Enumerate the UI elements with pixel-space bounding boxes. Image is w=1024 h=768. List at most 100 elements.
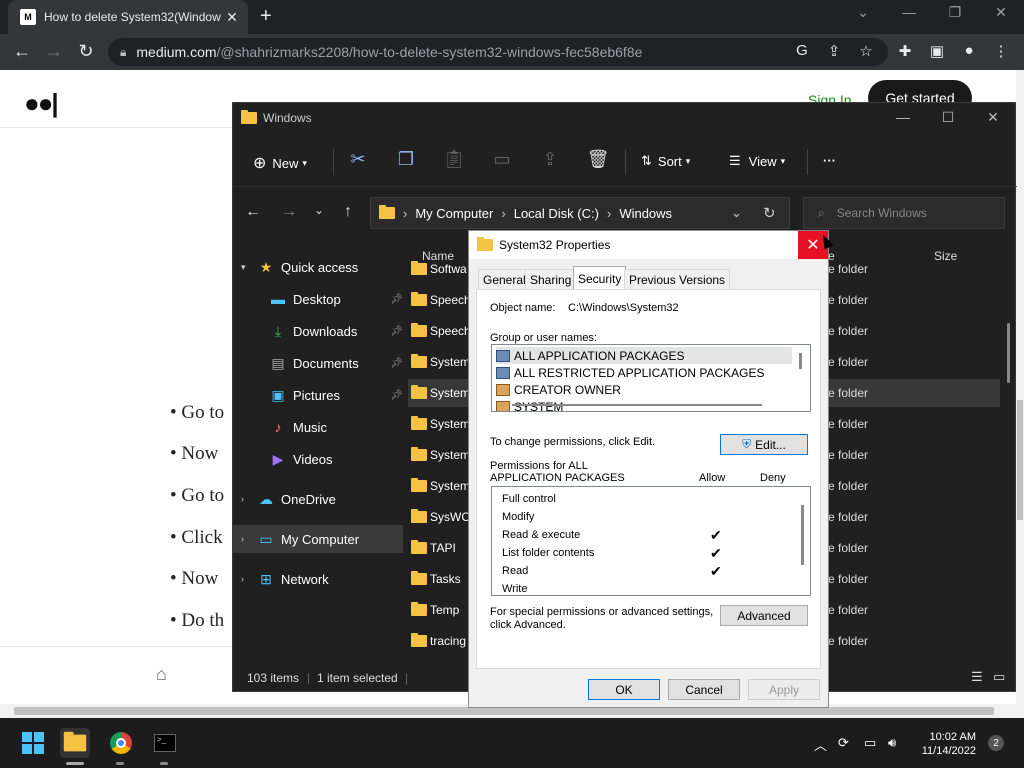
group-names-label: Group or user names: [490,332,597,344]
minimize-icon[interactable]: — [883,109,923,125]
folder-icon [411,261,427,275]
pin-icon: 📌︎ [390,325,403,337]
search-input[interactable]: ⌕ Search Windows [803,197,1005,229]
list-item[interactable]: CREATOR OWNER [496,381,621,398]
maximize-icon[interactable]: ☐ [928,109,968,126]
ok-button[interactable]: OK [588,679,660,700]
tab-sharing[interactable]: Sharing [525,269,577,289]
restore-icon[interactable]: ❐ [940,4,970,21]
nav-quick-access[interactable]: ▾ ★ Quick access [233,253,403,281]
bookmark-star-icon[interactable]: ☆ [855,42,877,60]
breadcrumb-my-computer[interactable]: My Computer [415,206,493,221]
chrome-icon[interactable] [106,728,136,758]
network-icon[interactable]: ▭ [864,735,876,751]
refresh-icon[interactable]: ↻ [763,204,776,222]
nav-network[interactable]: › ⊞ Network [233,565,403,593]
breadcrumb-windows[interactable]: Windows [619,206,672,221]
share-icon[interactable]: ⇪ [537,149,563,170]
details-view-icon[interactable]: ☰ [971,669,983,685]
list-scrollbar-thumb[interactable] [1007,323,1010,383]
pin-icon: 📌︎ [390,357,403,369]
forward-icon[interactable]: → [277,203,301,221]
nav-onedrive[interactable]: › ☁ OneDrive [233,485,403,513]
chevron-right-icon: › [241,574,244,584]
change-permissions-text: To change permissions, click Edit. [490,436,656,448]
permission-row: Write [502,583,528,595]
download-icon: ⤓ [274,322,282,339]
tiles-view-icon[interactable]: ▭ [993,669,1005,685]
file-explorer-taskbar-icon[interactable] [60,728,90,758]
menu-icon[interactable]: ⋮ [990,42,1012,60]
close-tab-icon[interactable]: ✕ [222,9,242,26]
tab-search-icon[interactable]: ⌄ [848,4,878,21]
close-icon[interactable]: ✕ [973,109,1013,126]
sync-icon[interactable]: ⟳ [838,735,849,751]
reload-icon[interactable]: ↻ [74,41,98,62]
start-icon[interactable] [18,728,48,758]
advanced-button[interactable]: Advanced [720,605,808,626]
forward-icon[interactable]: → [42,41,66,62]
nav-downloads[interactable]: ⤓ Downloads 📌︎ [233,317,403,345]
nav-videos[interactable]: ▶ Videos [233,445,403,473]
computer-icon: ▭ [259,530,273,547]
nav-desktop[interactable]: ▬ Desktop 📌︎ [233,285,403,313]
clock[interactable]: 10:02 AM 11/14/2022 [912,730,976,758]
minimize-icon[interactable]: — [894,4,924,20]
list-scrollbar-thumb[interactable] [801,505,804,565]
new-button[interactable]: ⊕ New ▾ [253,153,307,173]
back-icon[interactable]: ← [10,41,34,62]
edit-button[interactable]: ⛨ Edit... [720,434,808,455]
notification-badge[interactable]: 2 [988,735,1004,751]
nav-pictures[interactable]: ▣ Pictures 📌︎ [233,381,403,409]
plus-icon: ⊕ [253,155,267,172]
scrollbar-thumb[interactable] [1017,400,1023,520]
search-icon: ⌕ [818,205,825,220]
cut-icon[interactable]: ✂ [345,149,371,170]
list-scrollbar-thumb[interactable] [799,353,802,369]
delete-icon[interactable]: 🗑︎ [585,149,611,170]
permission-row: Full control [502,493,556,505]
new-tab-icon[interactable]: + [260,5,272,28]
group-user-list[interactable]: ALL APPLICATION PACKAGES ALL RESTRICTED … [491,344,811,412]
tab-previous-versions[interactable]: Previous Versions [624,269,731,289]
more-options-button[interactable]: ··· [823,153,836,168]
google-icon[interactable]: G [791,42,813,59]
browser-tab[interactable]: M How to delete System32(Window ✕ [8,0,248,34]
list-hscrollbar-thumb[interactable] [512,404,762,406]
view-button[interactable]: ☰ View ▾ [729,153,785,169]
paste-icon[interactable]: 📋︎ [441,149,467,170]
sort-button[interactable]: ⇅ Sort ▾ [641,153,690,169]
terminal-icon[interactable]: >_ [150,728,180,758]
apply-button[interactable]: Apply [748,679,820,700]
nav-my-computer[interactable]: › ▭ My Computer [233,525,403,553]
rename-icon[interactable]: ▭ [489,149,515,170]
tab-security[interactable]: Security [573,266,627,290]
home-icon[interactable]: ⌂ [156,664,167,685]
scrollbar-thumb[interactable] [14,707,994,715]
cancel-button[interactable]: Cancel [668,679,740,700]
profile-icon[interactable]: ● [958,42,980,59]
extensions-icon[interactable]: ✚ [894,42,916,60]
chevron-down-icon[interactable]: ⌄ [731,205,742,221]
show-hidden-icons-icon[interactable]: ︿ [814,735,827,754]
address-bar[interactable]: 🔒︎ medium.com/@shahrizmarks2208/how-to-d… [108,38,888,66]
allow-header: Allow [699,472,726,484]
list-item[interactable]: ALL APPLICATION PACKAGES [496,347,792,364]
side-panel-icon[interactable]: ▣ [926,42,948,60]
breadcrumb-local-disk[interactable]: Local Disk (C:) [514,206,599,221]
back-icon[interactable]: ← [241,203,265,221]
recent-locations-icon[interactable]: ⌄ [307,203,331,217]
nav-documents[interactable]: ▤ Documents 📌︎ [233,349,403,377]
share-icon[interactable]: ⇪ [823,42,845,60]
breadcrumb[interactable]: › My Computer › Local Disk (C:) › Window… [370,197,790,229]
page-scrollbar[interactable] [1016,70,1024,704]
medium-logo[interactable]: ●●| [24,88,59,119]
nav-music[interactable]: ♪ Music [233,413,403,441]
copy-icon[interactable]: ❐ [393,149,419,170]
tab-general[interactable]: General [478,269,531,289]
volume-icon[interactable]: 🔊︎ [888,735,896,751]
list-item[interactable]: ALL RESTRICTED APPLICATION PACKAGES [496,364,765,381]
tab-title: How to delete System32(Window [44,10,221,24]
close-window-icon[interactable]: ✕ [986,4,1016,21]
up-icon[interactable]: ↑ [336,203,360,221]
